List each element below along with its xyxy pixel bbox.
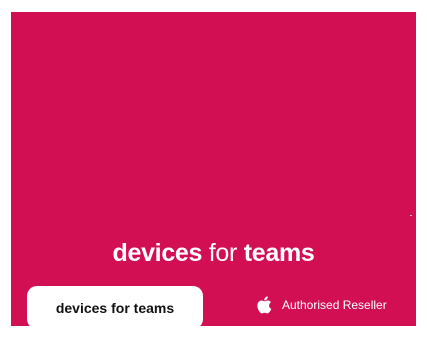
- authorised-reseller-badge: Authorised Reseller: [255, 295, 387, 315]
- promo-banner[interactable]: devices for teams devices for teams Auth…: [11, 12, 416, 326]
- decorative-dot: [410, 215, 412, 216]
- authorised-reseller-label: Authorised Reseller: [282, 298, 387, 312]
- headline-word-devices: devices: [112, 239, 203, 267]
- headline-word-teams: teams: [243, 239, 315, 267]
- devices-for-teams-button[interactable]: devices for teams: [27, 286, 203, 326]
- headline-word-for: for: [202, 239, 244, 267]
- apple-logo-icon: [257, 296, 272, 314]
- banner-headline: devices for teams: [11, 239, 416, 268]
- devices-for-teams-button-label: devices for teams: [55, 299, 175, 316]
